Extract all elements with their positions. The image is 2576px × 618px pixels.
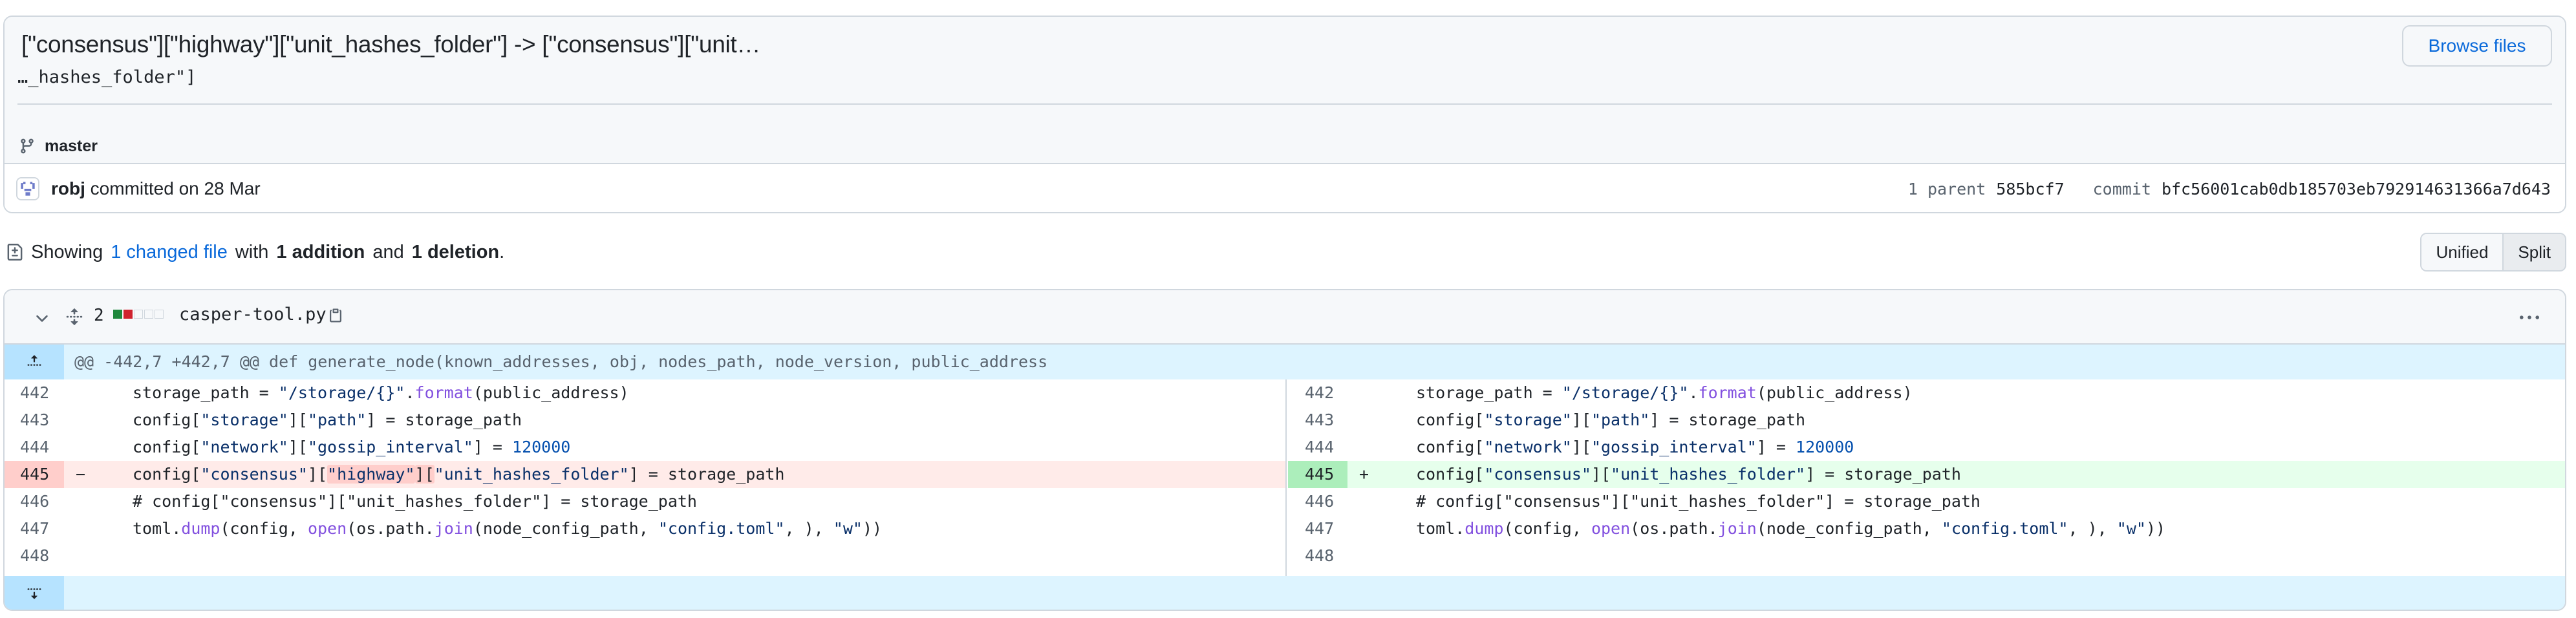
- unified-view-button[interactable]: Unified: [2421, 234, 2503, 270]
- expand-up-icon: [27, 355, 41, 366]
- expand-down-icon: [27, 588, 41, 599]
- file-header: 2 casper-tool.py: [5, 290, 2565, 345]
- code-line: toml.dump(config, open(os.path.join(node…: [133, 519, 883, 538]
- code-line: config["consensus"]["highway"]["unit_has…: [133, 465, 785, 484]
- commit-title: ["consensus"]["highway"]["unit_hashes_fo…: [21, 31, 761, 58]
- changed-files-link[interactable]: 1 changed file: [111, 242, 228, 263]
- divider: [17, 103, 2552, 105]
- added-line: 445 + config["consensus"]["unit_hashes_f…: [1288, 461, 2565, 488]
- code-line: storage_path = "/storage/{}".format(publ…: [133, 383, 629, 402]
- diff-summary: Showing 1 changed file with 1 addition a…: [6, 239, 504, 265]
- commit-title-continuation: …_hashes_folder"]: [17, 67, 197, 87]
- line-number[interactable]: 443: [1288, 407, 1347, 434]
- diff-line: 448: [5, 542, 1285, 570]
- split-view-button[interactable]: Split: [2502, 234, 2565, 270]
- parent-label: 1 parent: [1907, 180, 1986, 198]
- commit-sha: bfc56001cab0db185703eb792914631366a7d643: [2161, 180, 2551, 198]
- additions-count: 1 addition: [276, 241, 365, 262]
- chevron-down-icon[interactable]: [33, 310, 51, 328]
- code-line: config["network"]["gossip_interval"] = 1…: [133, 438, 571, 456]
- line-number[interactable]: 447: [1288, 515, 1347, 542]
- line-number[interactable]: 443: [5, 407, 64, 434]
- hunk-header-row: @@ -442,7 +442,7 @@ def generate_node(kn…: [5, 345, 2565, 379]
- code-line: config["storage"]["path"] = storage_path: [1416, 410, 1806, 429]
- diff-line: 443 config["storage"]["path"] = storage_…: [1288, 407, 2565, 434]
- commit-header: ["consensus"]["highway"]["unit_hashes_fo…: [3, 16, 2566, 213]
- diff-line: 444 config["network"]["gossip_interval"]…: [1288, 434, 2565, 461]
- code-line: config["consensus"]["unit_hashes_folder"…: [1416, 465, 1961, 484]
- commit-meta-row: robj committed on 28 Mar 1 parent 585bcf…: [5, 163, 2565, 212]
- browse-files-button[interactable]: Browse files: [2402, 25, 2552, 67]
- right-pane: 442 storage_path = "/storage/{}".format(…: [1288, 379, 2565, 576]
- deleted-line: 445 − config["consensus"]["highway"]["un…: [5, 461, 1285, 488]
- branch-row[interactable]: master: [19, 133, 98, 159]
- line-number[interactable]: 446: [1288, 488, 1347, 515]
- addition-marker: +: [1359, 465, 1369, 484]
- code-line: # config["consensus"]["unit_hashes_folde…: [133, 492, 697, 511]
- split-diff-view: 442 storage_path = "/storage/{}".format(…: [5, 379, 2565, 576]
- diff-view-toggle: Unified Split: [2420, 233, 2566, 272]
- diff-line: 442 storage_path = "/storage/{}".format(…: [5, 379, 1285, 407]
- git-branch-icon: [21, 138, 34, 154]
- code-line: storage_path = "/storage/{}".format(publ…: [1416, 383, 1913, 402]
- file-diff-icon: [7, 244, 23, 261]
- line-number[interactable]: 442: [1288, 379, 1347, 407]
- diff-stat-neutral-block: [144, 310, 153, 319]
- left-pane: 442 storage_path = "/storage/{}".format(…: [5, 379, 1287, 576]
- commit-refs: 1 parent 585bcf7 commit bfc56001cab0db18…: [1908, 180, 2551, 198]
- parent-sha-link[interactable]: 585bcf7: [1996, 180, 2064, 198]
- line-number[interactable]: 447: [5, 515, 64, 542]
- diff-stat-neutral-block: [155, 310, 164, 319]
- diff-stat-add-block: [113, 310, 122, 319]
- expand-down-button[interactable]: [5, 576, 64, 610]
- commit-summary-area: ["consensus"]["highway"]["unit_hashes_fo…: [5, 17, 2565, 163]
- diff-line: 447 toml.dump(config, open(os.path.join(…: [1288, 515, 2565, 542]
- diff-line: 446 # config["consensus"]["unit_hashes_f…: [1288, 488, 2565, 515]
- deletion-marker: −: [76, 465, 86, 484]
- line-number[interactable]: 445: [1288, 461, 1347, 488]
- kebab-icon[interactable]: [2518, 308, 2540, 328]
- summary-and: and: [372, 241, 404, 262]
- code-line: config["storage"]["path"] = storage_path: [133, 410, 522, 429]
- expand-footer-row: [5, 576, 2565, 610]
- deletions-count: 1 deletion: [411, 241, 500, 262]
- summary-period: .: [499, 241, 505, 262]
- diff-line: 442 storage_path = "/storage/{}".format(…: [1288, 379, 2565, 407]
- diff-stat-count: 2: [94, 306, 104, 325]
- diff-line: 447 toml.dump(config, open(os.path.join(…: [5, 515, 1285, 542]
- expand-up-button[interactable]: [5, 345, 64, 379]
- line-number[interactable]: 445: [5, 461, 64, 488]
- diff-stat-del-block: [123, 310, 133, 319]
- line-number[interactable]: 444: [5, 434, 64, 461]
- author-line: robj committed on 28 Mar: [51, 178, 261, 199]
- line-number[interactable]: 448: [5, 542, 64, 570]
- diff-stat-neutral-block: [134, 310, 143, 319]
- diff-line: 446 # config["consensus"]["unit_hashes_f…: [5, 488, 1285, 515]
- line-number[interactable]: 446: [5, 488, 64, 515]
- avatar[interactable]: [16, 177, 39, 200]
- line-number[interactable]: 442: [5, 379, 64, 407]
- diff-line: 443 config["storage"]["path"] = storage_…: [5, 407, 1285, 434]
- author-link[interactable]: robj: [51, 178, 85, 198]
- branch-name: master: [45, 136, 98, 155]
- code-line: toml.dump(config, open(os.path.join(node…: [1416, 519, 2166, 538]
- line-number[interactable]: 448: [1288, 542, 1347, 570]
- commit-label: commit: [2092, 180, 2151, 198]
- diff-stat-bars: [113, 310, 164, 319]
- expand-icon[interactable]: [65, 306, 83, 328]
- code-line: config["network"]["gossip_interval"] = 1…: [1416, 438, 1854, 456]
- summary-showing: Showing: [31, 241, 103, 262]
- file-diff: 2 casper-tool.py @@ -442,7 +442,7 @@ def…: [3, 289, 2566, 611]
- diff-line: 444 config["network"]["gossip_interval"]…: [5, 434, 1285, 461]
- code-line: # config["consensus"]["unit_hashes_folde…: [1416, 492, 1980, 511]
- hunk-header-text: @@ -442,7 +442,7 @@ def generate_node(kn…: [74, 352, 1048, 371]
- commit-action: committed on 28 Mar: [90, 178, 261, 198]
- avatar-image: [17, 178, 38, 199]
- diff-line: 448: [1288, 542, 2565, 570]
- summary-with: with: [235, 241, 269, 262]
- copy-icon[interactable]: [328, 304, 343, 326]
- line-number[interactable]: 444: [1288, 434, 1347, 461]
- file-name-link[interactable]: casper-tool.py: [179, 304, 327, 325]
